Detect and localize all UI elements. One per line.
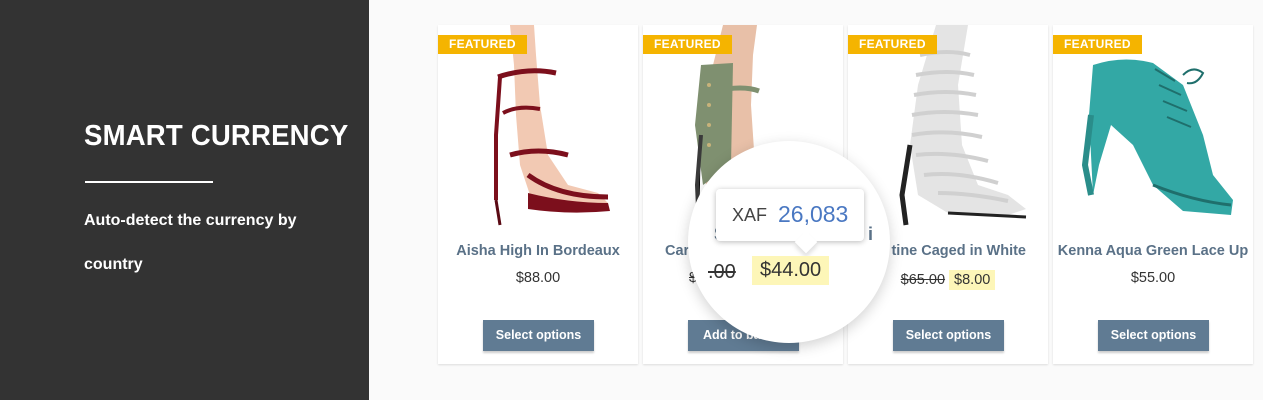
- banner-title: SMART CURRENCY: [84, 120, 349, 152]
- product-image-heel-aqua-lace[interactable]: [1063, 25, 1243, 230]
- tooltip-currency-code: XAF: [732, 205, 768, 225]
- magnified-old-price: .00: [708, 261, 736, 283]
- select-options-button[interactable]: Select options: [483, 320, 594, 351]
- price-regular: $88.00: [515, 270, 561, 286]
- currency-tooltip: XAF 26,083: [716, 189, 864, 241]
- tooltip-converted-value: 26,083: [778, 201, 849, 227]
- promo-banner: SMART CURRENCY Auto-detect the currency …: [0, 0, 369, 400]
- product-price: $88.00: [438, 270, 638, 286]
- product-card: FEATURED Kenna Aqua Green Lace Up $55.00…: [1053, 25, 1253, 364]
- featured-badge: FEATURED: [643, 35, 732, 54]
- product-card: FEATURED Aisha High In Bordeaux $88.00 S…: [438, 25, 638, 364]
- price-sale: $8.00: [949, 270, 996, 290]
- product-image-heel-bordeaux[interactable]: [448, 25, 628, 230]
- featured-badge: FEATURED: [438, 35, 527, 54]
- product-name-link[interactable]: Aisha High In Bordeaux: [438, 243, 638, 259]
- price-regular: $55.00: [1130, 270, 1176, 286]
- product-price: $55.00: [1053, 270, 1253, 286]
- select-options-button[interactable]: Select options: [1098, 320, 1209, 351]
- featured-badge: FEATURED: [848, 35, 937, 54]
- select-options-button[interactable]: Select options: [893, 320, 1004, 351]
- featured-badge: FEATURED: [1053, 35, 1142, 54]
- magnified-name-fragment: i: [868, 224, 874, 244]
- magnified-sale-price[interactable]: $44.00: [752, 256, 830, 285]
- product-name-link[interactable]: Kenna Aqua Green Lace Up: [1053, 243, 1253, 259]
- price-magnifier: S i XAF 26,083 .00 $44.00: [688, 141, 890, 343]
- banner-divider: [85, 181, 213, 183]
- banner-subtitle: Auto-detect the currency by country: [84, 212, 297, 273]
- product-image-heel-white-caged[interactable]: [858, 25, 1038, 230]
- price-old: $65.00: [900, 272, 946, 288]
